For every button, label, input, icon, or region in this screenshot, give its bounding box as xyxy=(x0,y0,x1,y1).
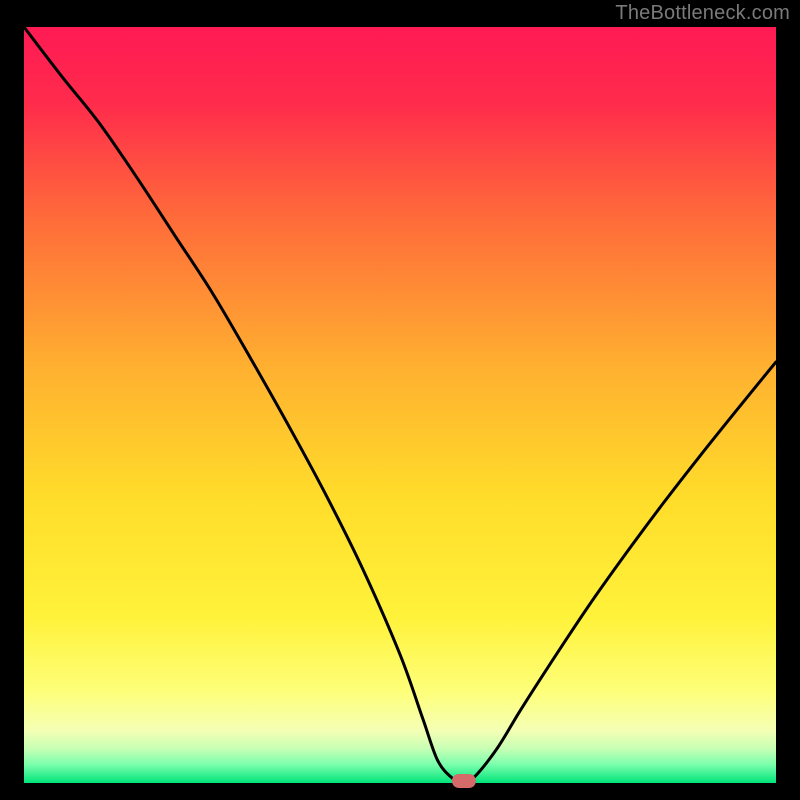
plot-background xyxy=(24,27,776,783)
min-marker xyxy=(452,774,476,788)
bottleneck-chart xyxy=(0,0,800,800)
chart-frame: TheBottleneck.com xyxy=(0,0,800,800)
watermark-text: TheBottleneck.com xyxy=(615,2,790,25)
